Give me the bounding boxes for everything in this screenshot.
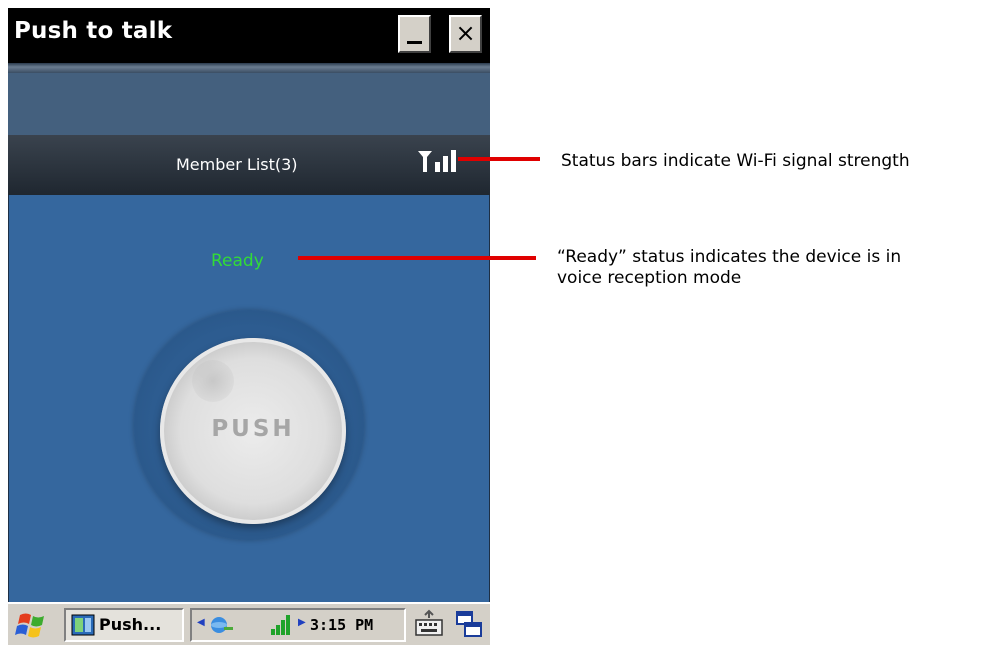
windows-flag-icon[interactable] (12, 609, 54, 641)
minimize-button[interactable] (398, 15, 431, 53)
push-label: PUSH (211, 416, 295, 442)
title-bar: Push to talk × (8, 8, 490, 63)
member-list-bar[interactable]: Member List(3) (8, 135, 490, 195)
system-tray: ◀ ▶ 3:15 PM (190, 608, 406, 642)
keyboard-icon[interactable] (414, 609, 444, 639)
member-list-label[interactable]: Member List(3) (176, 155, 298, 174)
ready-annotation-line1: “Ready” status indicates the device is i… (557, 247, 902, 267)
window-switch-icon[interactable] (454, 609, 484, 639)
close-icon: × (455, 19, 476, 47)
task-label: Push... (99, 615, 162, 634)
signal-annotation: Status bars indicate Wi-Fi signal streng… (561, 151, 910, 171)
tray-right-arrow-icon[interactable]: ▶ (298, 617, 306, 628)
tray-left-arrow-icon[interactable]: ◀ (197, 617, 205, 628)
window-title: Push to talk (14, 18, 173, 44)
taskbar: Push... ◀ ▶ 3:15 PM (8, 602, 490, 645)
signal-strength-icon[interactable] (270, 614, 292, 636)
device-screen: Push to talk × Member List(3) Ready PUSH (8, 8, 490, 645)
ready-annotation-line2: voice reception mode (557, 268, 742, 288)
push-to-talk-button[interactable]: PUSH (160, 338, 346, 524)
button-highlight (192, 360, 234, 402)
app-icon (71, 614, 95, 636)
close-button[interactable]: × (449, 15, 482, 53)
minimize-icon (407, 41, 422, 44)
ready-status: Ready (211, 251, 264, 271)
clock[interactable]: 3:15 PM (310, 616, 373, 634)
title-separator (8, 63, 490, 73)
signal-bars-icon (418, 150, 456, 172)
top-band (8, 73, 490, 135)
network-icon[interactable] (208, 615, 234, 635)
signal-callout-line (458, 157, 540, 161)
ready-callout-line (298, 256, 536, 260)
taskbar-push-button[interactable]: Push... (64, 608, 184, 642)
